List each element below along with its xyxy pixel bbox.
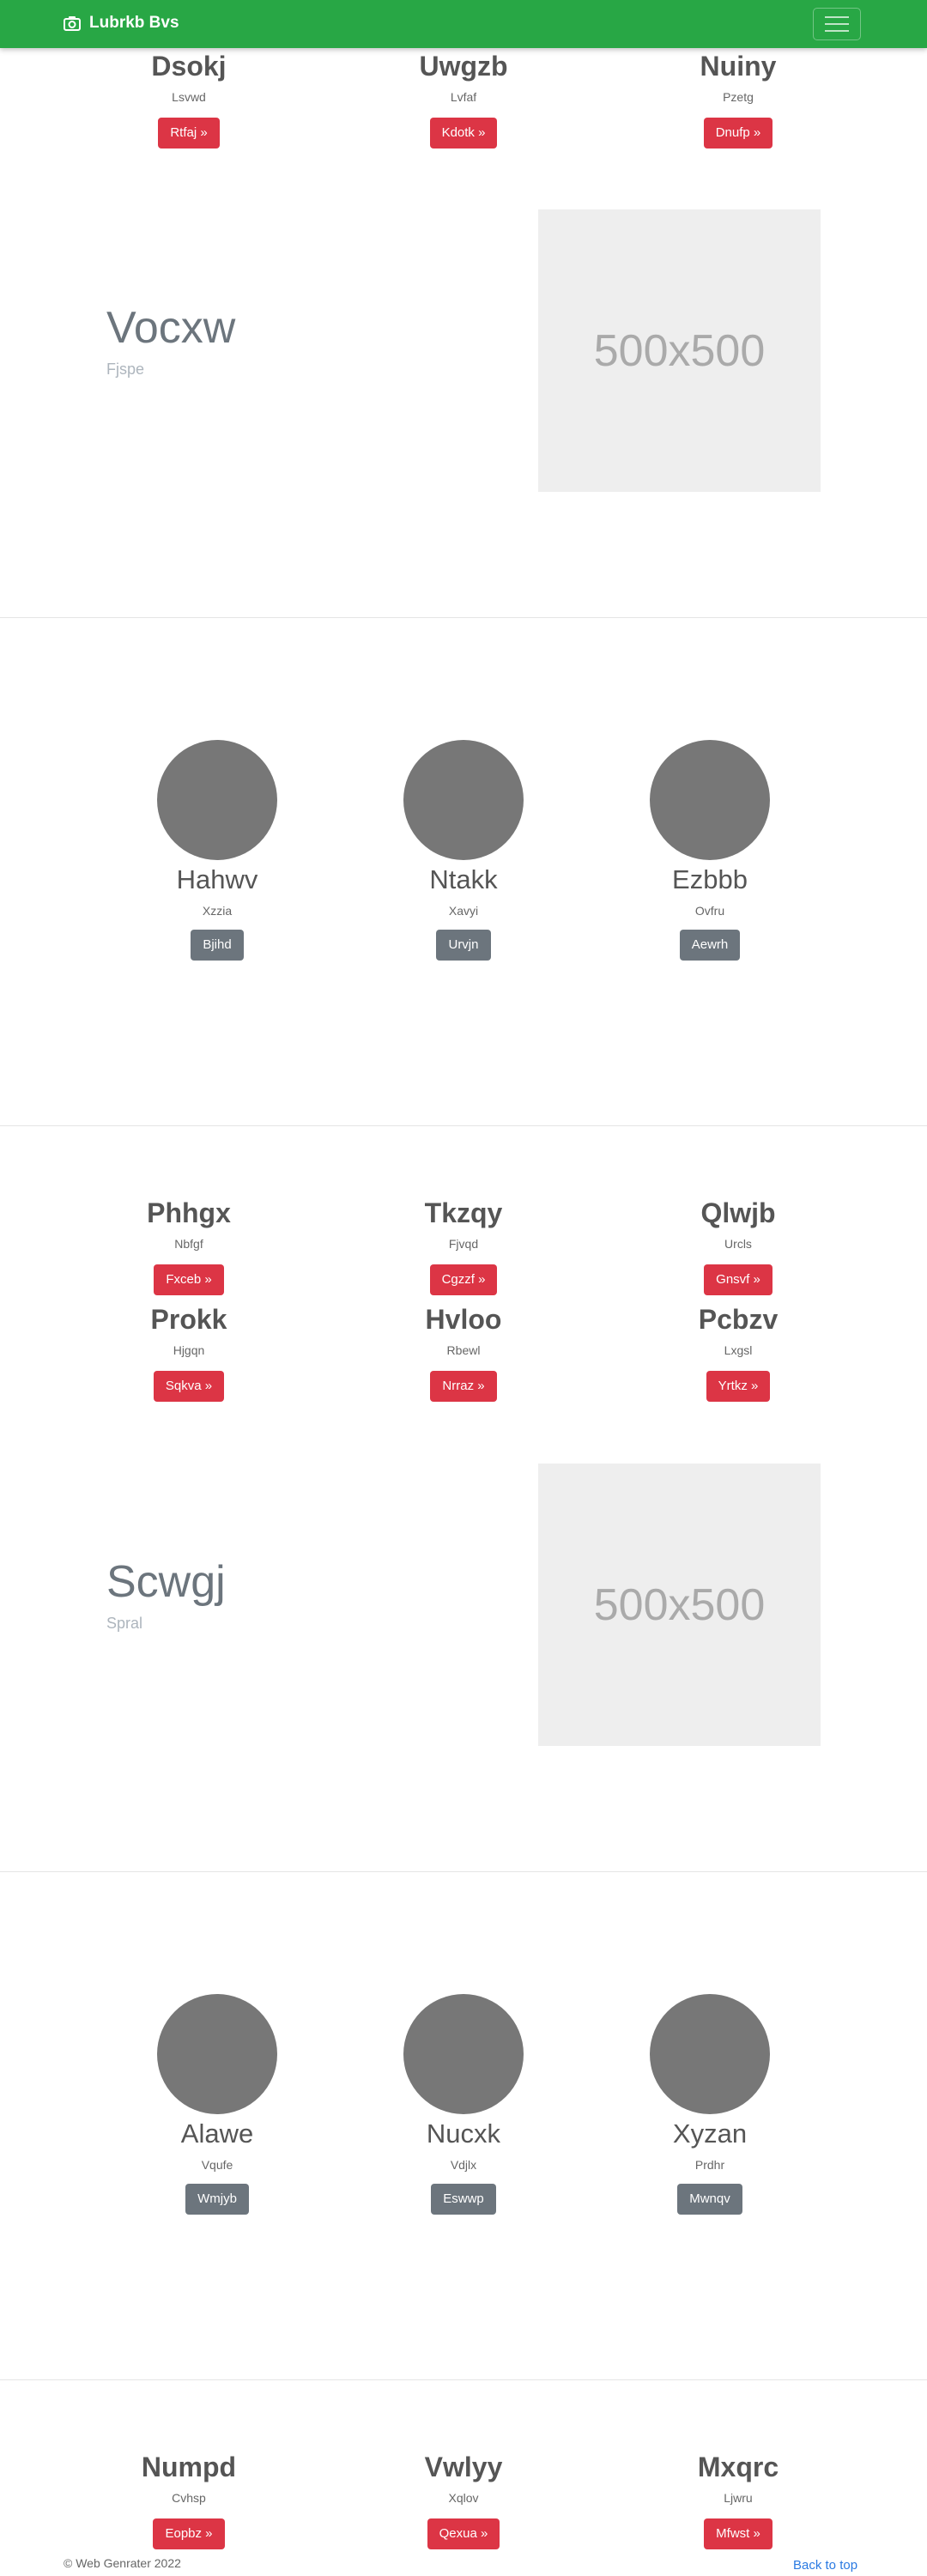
member-button[interactable]: Eswwp (431, 2184, 496, 2215)
feature-title: Mxqrc (697, 2452, 779, 2482)
team-member-card: Alawe Vqufe Wmjyb (123, 1994, 312, 2215)
feature-button[interactable]: Qexua » (427, 2518, 500, 2549)
divider (0, 1871, 927, 1872)
hero-subtitle: Spral (106, 1615, 143, 1632)
team-member-card: Ntakk Xavyi Urvjn (369, 740, 558, 961)
navbar: Lubrkb Bvs (0, 0, 927, 48)
feature-button[interactable]: Dnufp » (703, 117, 773, 148)
feature-button[interactable]: Gnsvf » (704, 1264, 772, 1295)
back-to-top-link[interactable]: Back to top (793, 2558, 857, 2573)
member-subtitle: Xzzia (202, 904, 233, 918)
member-button[interactable]: Mwnqv (677, 2184, 742, 2215)
team-member-card: Hahwv Xzzia Bjihd (123, 740, 312, 961)
hero-title: Scwgj (106, 1557, 226, 1607)
feature-title: Numpd (141, 2452, 237, 2482)
feature-subtitle: Lvfaf (450, 90, 477, 105)
member-subtitle: Ovfru (694, 904, 725, 918)
feature-button[interactable]: Cgzzf » (429, 1264, 498, 1295)
avatar (650, 740, 770, 860)
member-button[interactable]: Wmjyb (185, 2184, 249, 2215)
feature-subtitle: Cvhsp (172, 2491, 206, 2506)
member-name: Alawe (180, 2118, 254, 2149)
hero-subtitle: Fjspe (106, 361, 145, 378)
feature-card: Vwlyy Xqlov Qexua » (335, 2451, 592, 2549)
feature-card: Qlwjb Urcls Gnsvf » (609, 1197, 867, 1295)
feature-card: Prokk Hjgqn Sqkva » (60, 1303, 318, 1402)
feature-card: Pcbzv Lxgsl Yrtkz » (609, 1303, 867, 1402)
feature-title: Dsokj (151, 51, 227, 82)
member-subtitle: Vdjlx (450, 2158, 477, 2173)
feature-subtitle: Fjvqd (448, 1237, 479, 1252)
feature-card: Uwgzb Lvfaf Kdotk » (335, 50, 592, 148)
team-member-card: Xyzan Prdhr Mwnqv (615, 1994, 804, 2215)
avatar (157, 1994, 277, 2114)
placeholder-image: 500x500 (538, 209, 821, 492)
feature-title: Vwlyy (424, 2452, 503, 2482)
feature-title: Phhgx (147, 1197, 231, 1228)
member-name: Ntakk (429, 864, 498, 894)
brand[interactable]: Lubrkb Bvs (64, 14, 179, 33)
feature-title: Uwgzb (419, 51, 508, 82)
feature-title: Hvloo (425, 1304, 502, 1335)
member-name: Ezbbb (672, 864, 748, 894)
divider (0, 1125, 927, 1126)
feature-button[interactable]: Sqkva » (153, 1370, 225, 1402)
feature-button[interactable]: Nrraz » (430, 1370, 497, 1402)
feature-subtitle: Lxgsl (724, 1343, 753, 1358)
menu-toggle-button[interactable] (813, 8, 861, 40)
feature-button[interactable]: Rtfaj » (158, 117, 220, 148)
footer-copyright: © Web Genrater 2022 (64, 2556, 181, 2570)
member-name: Xyzan (672, 2118, 748, 2149)
divider (0, 617, 927, 618)
hero-title: Vocxw (106, 303, 236, 353)
feature-subtitle: Xqlov (448, 2491, 479, 2506)
brand-name: Lubrkb Bvs (89, 14, 179, 32)
feature-title: Pcbzv (698, 1304, 779, 1335)
member-button[interactable]: Bjihd (191, 930, 244, 961)
feature-button[interactable]: Yrtkz » (706, 1370, 771, 1402)
feature-subtitle: Ljwru (724, 2491, 753, 2506)
feature-subtitle: Lsvwd (172, 90, 206, 105)
divider (0, 2379, 927, 2380)
feature-card: Dsokj Lsvwd Rtfaj » (60, 50, 318, 148)
feature-title: Prokk (150, 1304, 227, 1335)
member-subtitle: Vqufe (201, 2158, 233, 2173)
feature-button[interactable]: Eopbz » (153, 2518, 225, 2549)
member-button[interactable]: Aewrh (679, 930, 741, 961)
feature-button[interactable]: Fxceb » (154, 1264, 224, 1295)
feature-subtitle: Pzetg (723, 90, 754, 105)
member-name: Hahwv (176, 864, 258, 894)
feature-title: Qlwjb (700, 1197, 776, 1228)
feature-title: Nuiny (700, 51, 777, 82)
feature-subtitle: Rbewl (446, 1343, 481, 1358)
avatar (157, 740, 277, 860)
member-name: Nucxk (426, 2118, 501, 2149)
feature-subtitle: Hjgqn (173, 1343, 205, 1358)
team-member-card: Ezbbb Ovfru Aewrh (615, 740, 804, 961)
avatar (403, 1994, 524, 2114)
team-member-card: Nucxk Vdjlx Eswwp (369, 1994, 558, 2215)
camera-icon (64, 15, 81, 31)
feature-subtitle: Urcls (724, 1237, 752, 1252)
avatar (650, 1994, 770, 2114)
feature-card: Hvloo Rbewl Nrraz » (335, 1303, 592, 1402)
feature-card: Nuiny Pzetg Dnufp » (609, 50, 867, 148)
feature-subtitle: Nbfgf (174, 1237, 203, 1252)
hamburger-icon (825, 16, 849, 18)
feature-card: Phhgx Nbfgf Fxceb » (60, 1197, 318, 1295)
feature-title: Tkzqy (424, 1197, 503, 1228)
feature-card: Tkzqy Fjvqd Cgzzf » (335, 1197, 592, 1295)
avatar (403, 740, 524, 860)
member-subtitle: Xavyi (448, 904, 479, 918)
feature-button[interactable]: Mfwst » (704, 2518, 772, 2549)
member-button[interactable]: Urvjn (436, 930, 491, 961)
member-subtitle: Prdhr (694, 2158, 725, 2173)
placeholder-image: 500x500 (538, 1464, 821, 1746)
feature-button[interactable]: Kdotk » (429, 117, 498, 148)
feature-card: Numpd Cvhsp Eopbz » (60, 2451, 318, 2549)
feature-card: Mxqrc Ljwru Mfwst » (609, 2451, 867, 2549)
